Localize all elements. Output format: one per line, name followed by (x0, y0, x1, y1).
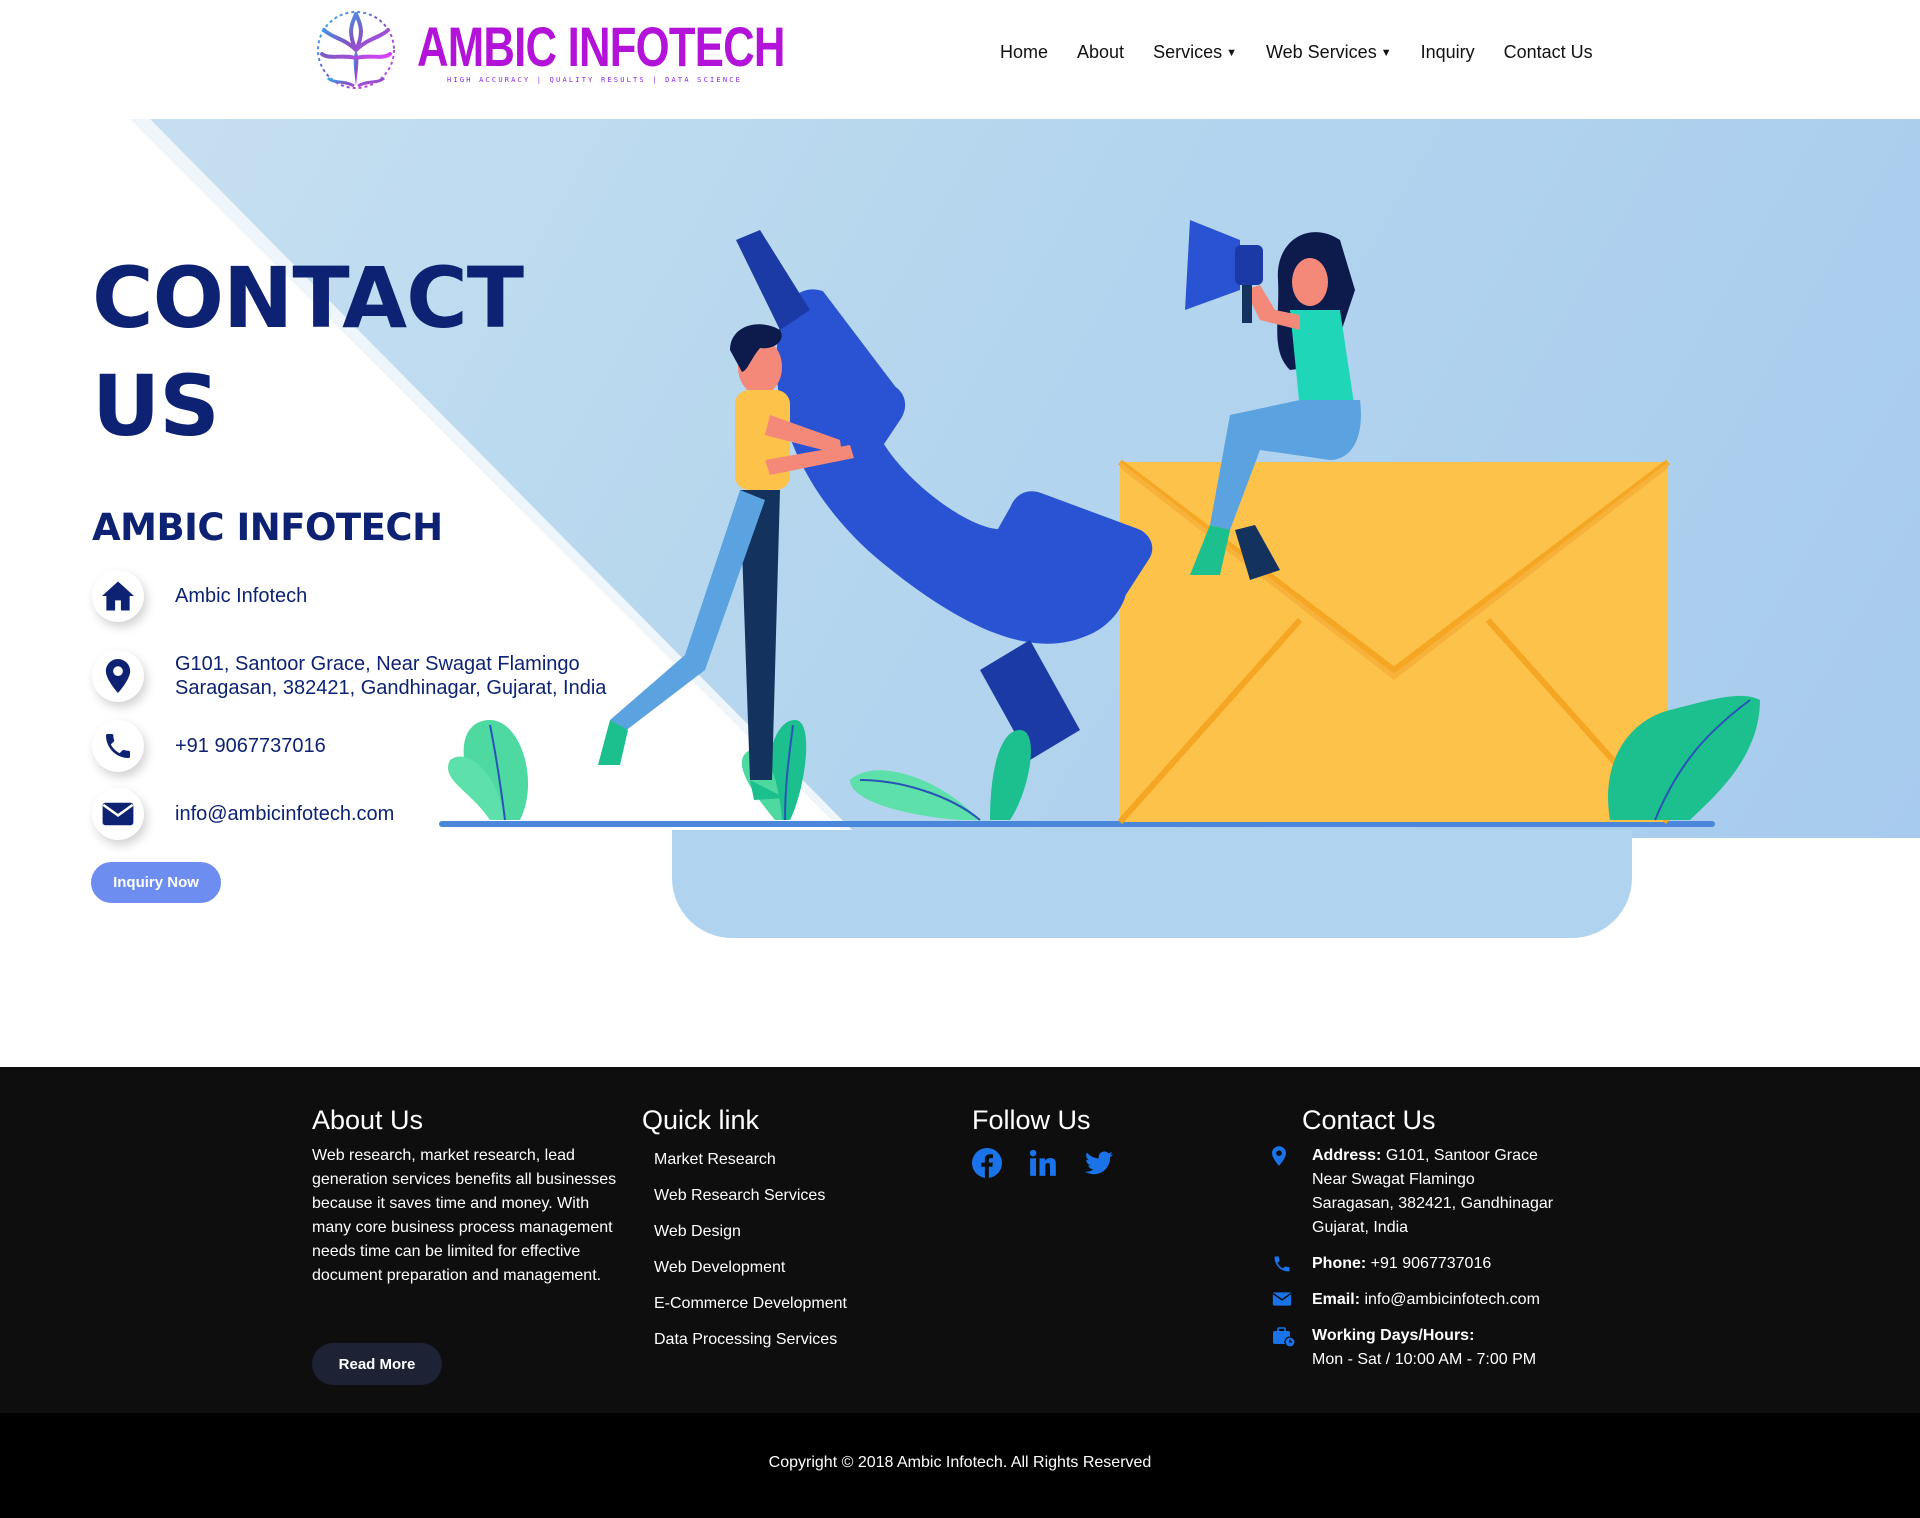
facebook-icon[interactable] (972, 1148, 1002, 1178)
linkedin-icon[interactable] (1028, 1148, 1058, 1178)
nav-contact-us[interactable]: Contact Us (1504, 42, 1593, 63)
envelope-icon (1272, 1288, 1312, 1312)
nav-about[interactable]: About (1077, 42, 1124, 63)
footer-quicklinks: Quick link Market Research Web Research … (642, 1105, 847, 1358)
footer-quicklinks-heading: Quick link (642, 1105, 760, 1135)
nav-services-label: Services (1153, 42, 1223, 62)
footer-email-label: Email: (1312, 1291, 1361, 1308)
plant-left-illustration (448, 720, 529, 821)
home-icon (92, 570, 144, 622)
quicklink-ecommerce[interactable]: E-Commerce Development (642, 1286, 847, 1322)
location-pin-icon (92, 650, 144, 702)
footer-address-3: Saragasan, 382421, Gandhinagar (1312, 1195, 1554, 1212)
logo-tree-icon (317, 11, 395, 89)
megaphone-illustration (1185, 220, 1263, 323)
quicklink-web-development[interactable]: Web Development (642, 1250, 847, 1286)
info-phone-row: +91 9067737016 (92, 720, 326, 772)
nav-web-services-label: Web Services (1265, 42, 1377, 62)
logo-text: AMBIC INFOTECH (417, 15, 785, 78)
footer-hours: Mon - Sat / 10:00 AM - 7:00 PM (1312, 1351, 1537, 1368)
info-company-row: Ambic Infotech (92, 570, 307, 622)
nav-services[interactable]: Services ▼ (1153, 42, 1237, 63)
quicklink-web-design[interactable]: Web Design (642, 1214, 847, 1250)
footer-hours-label: Working Days/Hours: (1312, 1327, 1475, 1344)
read-more-button[interactable]: Read More (312, 1343, 442, 1385)
nav-web-services[interactable]: Web Services ▼ (1266, 42, 1392, 63)
logo-tagline: HIGH ACCURACY | QUALITY RESULTS | DATA S… (447, 76, 743, 84)
contact-illustration (439, 220, 1760, 827)
footer-follow: Follow Us (972, 1105, 1114, 1178)
footer-contact: Contact Us Address: G101, Santoor Grace … (1272, 1105, 1554, 1384)
caret-down-icon: ▼ (1226, 46, 1237, 59)
info-company-name: Ambic Infotech (175, 585, 308, 607)
footer-follow-heading: Follow Us (972, 1105, 1091, 1135)
footer-about: About Us Web research, market research, … (312, 1105, 622, 1288)
main-nav: Home About Services ▼ Web Services ▼ Inqui… (1000, 42, 1622, 63)
nav-home-label: Home (1000, 42, 1049, 62)
nav-inquiry-label: Inquiry (1420, 42, 1475, 62)
nav-home[interactable]: Home (1000, 42, 1048, 63)
phone-icon (92, 720, 144, 772)
company-heading: AMBIC INFOTECH (92, 506, 443, 549)
footer-phone-label: Phone: (1312, 1255, 1367, 1272)
twitter-icon[interactable] (1084, 1148, 1114, 1178)
footer-contact-heading: Contact Us (1302, 1105, 1436, 1135)
footer-address-4: Gujarat, India (1312, 1219, 1409, 1236)
phone-icon (1272, 1252, 1312, 1276)
hero-bottom-tab (672, 830, 1632, 938)
footer-email-row: Email: info@ambicinfotech.com (1272, 1288, 1553, 1312)
site-footer: About Us Web research, market research, … (0, 1067, 1920, 1413)
info-phone[interactable]: +91 9067737016 (175, 734, 326, 758)
caret-down-icon: ▼ (1380, 46, 1392, 59)
briefcase-clock-icon (1272, 1324, 1312, 1372)
inquiry-now-button[interactable]: Inquiry Now (91, 862, 221, 903)
social-links (972, 1148, 1114, 1178)
quicklink-web-research[interactable]: Web Research Services (642, 1178, 847, 1214)
info-email-row: info@ambicinfotech.com (92, 788, 394, 840)
footer-address-1: G101, Santoor Grace (1385, 1147, 1538, 1164)
footer-phone-row: Phone: +91 9067737016 (1274, 1252, 1553, 1276)
footer-about-text: Web research, market research, lead gene… (312, 1147, 617, 1284)
info-email[interactable]: info@ambicinfotech.com (175, 802, 394, 826)
nav-about-label: About (1077, 42, 1125, 62)
map-marker-icon (1272, 1144, 1312, 1240)
footer-email[interactable]: info@ambicinfotech.com (1364, 1291, 1539, 1308)
envelope-icon (92, 788, 144, 840)
footer-phone[interactable]: +91 9067737016 (1371, 1255, 1492, 1272)
nav-inquiry[interactable]: Inquiry (1421, 42, 1475, 63)
footer-address-row: Address: G101, Santoor Grace Near Swagat… (1272, 1144, 1554, 1240)
quicklink-data-processing[interactable]: Data Processing Services (642, 1322, 847, 1358)
footer-about-heading: About Us (312, 1105, 424, 1135)
copyright-text: Copyright © 2018 Ambic Infotech. All Rig… (768, 1454, 1152, 1471)
plant-front-illustration (850, 730, 1031, 821)
envelope-illustration (1117, 459, 1671, 824)
footer-address-2: Near Swagat Flamingo (1312, 1171, 1475, 1188)
footer-address-label: Address: (1312, 1147, 1382, 1164)
quicklink-market-research[interactable]: Market Research (642, 1142, 847, 1178)
site-header: AMBIC INFOTECH HIGH ACCURACY | QUALITY R… (0, 0, 1920, 119)
logo[interactable]: AMBIC INFOTECH HIGH ACCURACY | QUALITY R… (314, 8, 785, 98)
footer-hours-row: Working Days/Hours: Mon - Sat / 10:00 AM… (1273, 1324, 1553, 1372)
nav-contact-us-label: Contact Us (1503, 42, 1593, 62)
